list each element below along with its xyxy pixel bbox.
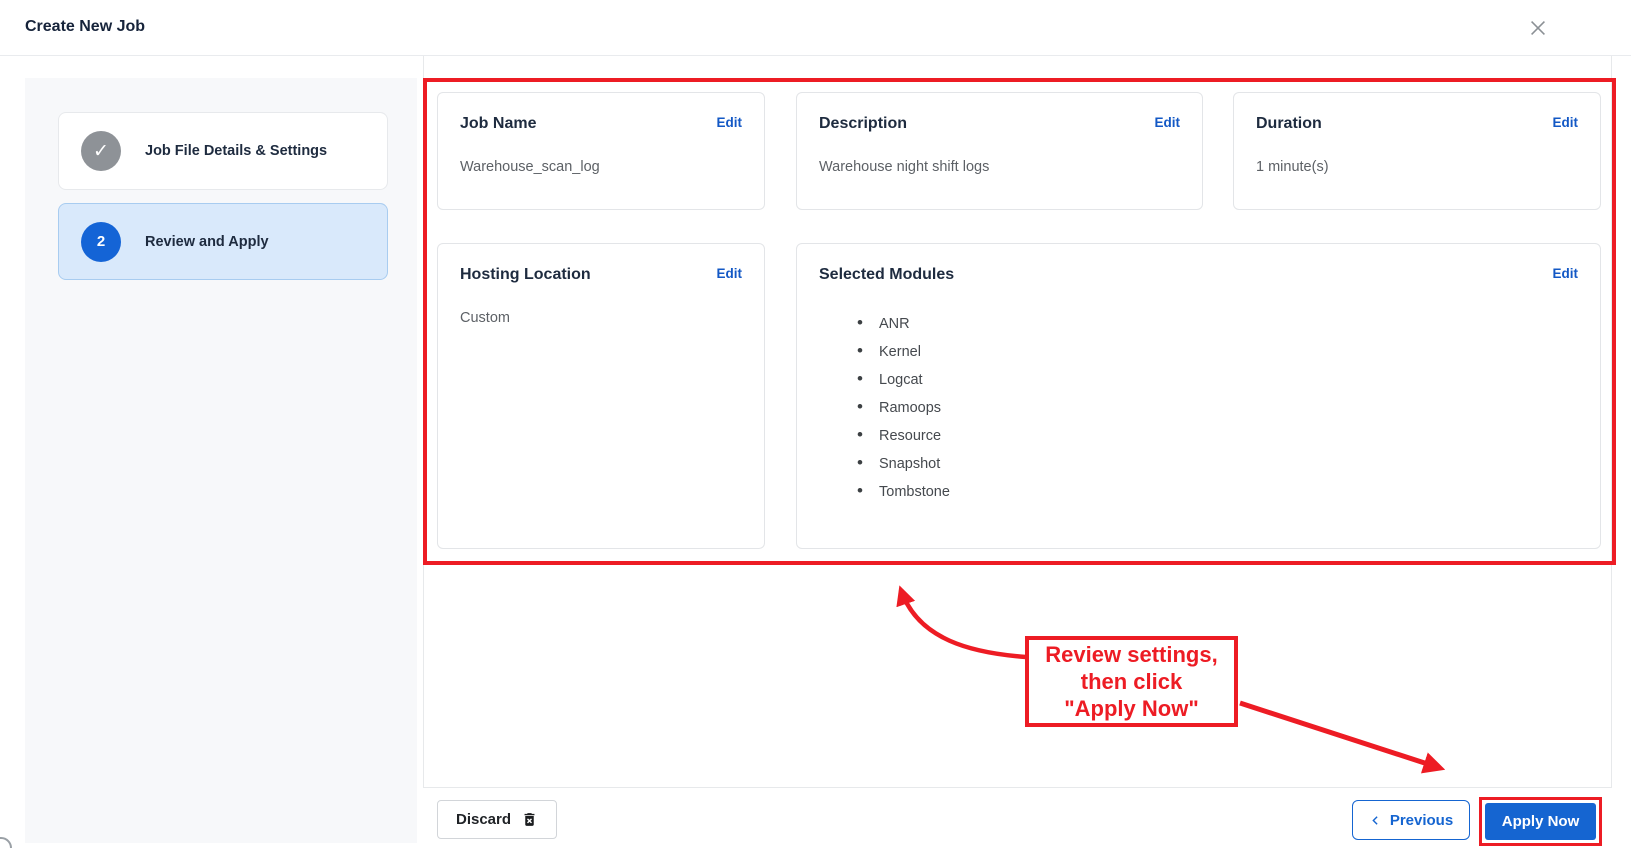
chevron-left-icon xyxy=(1369,814,1382,827)
step-number-badge: 2 xyxy=(81,222,121,262)
edit-selected-modules-link[interactable]: Edit xyxy=(1553,266,1579,281)
step-label: Review and Apply xyxy=(145,234,269,250)
step-review-and-apply[interactable]: 2 Review and Apply xyxy=(58,203,388,280)
dialog-header: Create New Job xyxy=(0,0,1631,56)
apply-now-button[interactable]: Apply Now xyxy=(1485,803,1596,840)
description-value: Warehouse night shift logs xyxy=(819,159,1180,175)
description-card: Description Edit Warehouse night shift l… xyxy=(796,92,1203,210)
step-job-file-details[interactable]: ✓ Job File Details & Settings xyxy=(58,112,388,190)
close-icon xyxy=(1527,17,1549,39)
job-name-card: Job Name Edit Warehouse_scan_log xyxy=(437,92,765,210)
job-name-title: Job Name xyxy=(460,115,536,133)
module-list: ANRKernelLogcatRamoopsResourceSnapshotTo… xyxy=(819,312,1578,508)
create-new-job-dialog: Create New Job ✓ Job File Details & Sett… xyxy=(0,0,1631,848)
module-item: Resource xyxy=(857,424,1578,452)
hosting-location-title: Hosting Location xyxy=(460,266,591,284)
duration-title: Duration xyxy=(1256,115,1322,133)
edit-description-link[interactable]: Edit xyxy=(1155,115,1181,130)
module-item: Kernel xyxy=(857,340,1578,368)
module-item: ANR xyxy=(857,312,1578,340)
apply-now-highlight-box: Apply Now xyxy=(1479,797,1602,846)
dialog-title: Create New Job xyxy=(25,18,145,36)
edit-hosting-location-link[interactable]: Edit xyxy=(717,266,743,281)
previous-label: Previous xyxy=(1390,812,1453,829)
cursor-artifact xyxy=(0,837,12,848)
module-item: Ramoops xyxy=(857,396,1578,424)
selected-modules-title: Selected Modules xyxy=(819,266,954,284)
selected-modules-card: Selected Modules Edit ANRKernelLogcatRam… xyxy=(796,243,1601,549)
discard-button[interactable]: Discard xyxy=(437,800,557,839)
check-icon: ✓ xyxy=(81,131,121,171)
job-name-value: Warehouse_scan_log xyxy=(460,159,742,175)
edit-job-name-link[interactable]: Edit xyxy=(717,115,743,130)
edit-duration-link[interactable]: Edit xyxy=(1553,115,1579,130)
discard-label: Discard xyxy=(456,811,511,828)
previous-button[interactable]: Previous xyxy=(1352,800,1470,840)
module-item: Snapshot xyxy=(857,452,1578,480)
trash-icon xyxy=(521,811,538,828)
step-label: Job File Details & Settings xyxy=(145,143,327,159)
steps-sidebar: ✓ Job File Details & Settings 2 Review a… xyxy=(25,78,417,843)
duration-card: Duration Edit 1 minute(s) xyxy=(1233,92,1601,210)
module-item: Tombstone xyxy=(857,480,1578,508)
description-title: Description xyxy=(819,115,907,133)
close-button[interactable] xyxy=(1525,16,1551,42)
hosting-location-card: Hosting Location Edit Custom xyxy=(437,243,765,549)
duration-value: 1 minute(s) xyxy=(1256,159,1578,175)
module-item: Logcat xyxy=(857,368,1578,396)
hosting-location-value: Custom xyxy=(460,310,742,326)
